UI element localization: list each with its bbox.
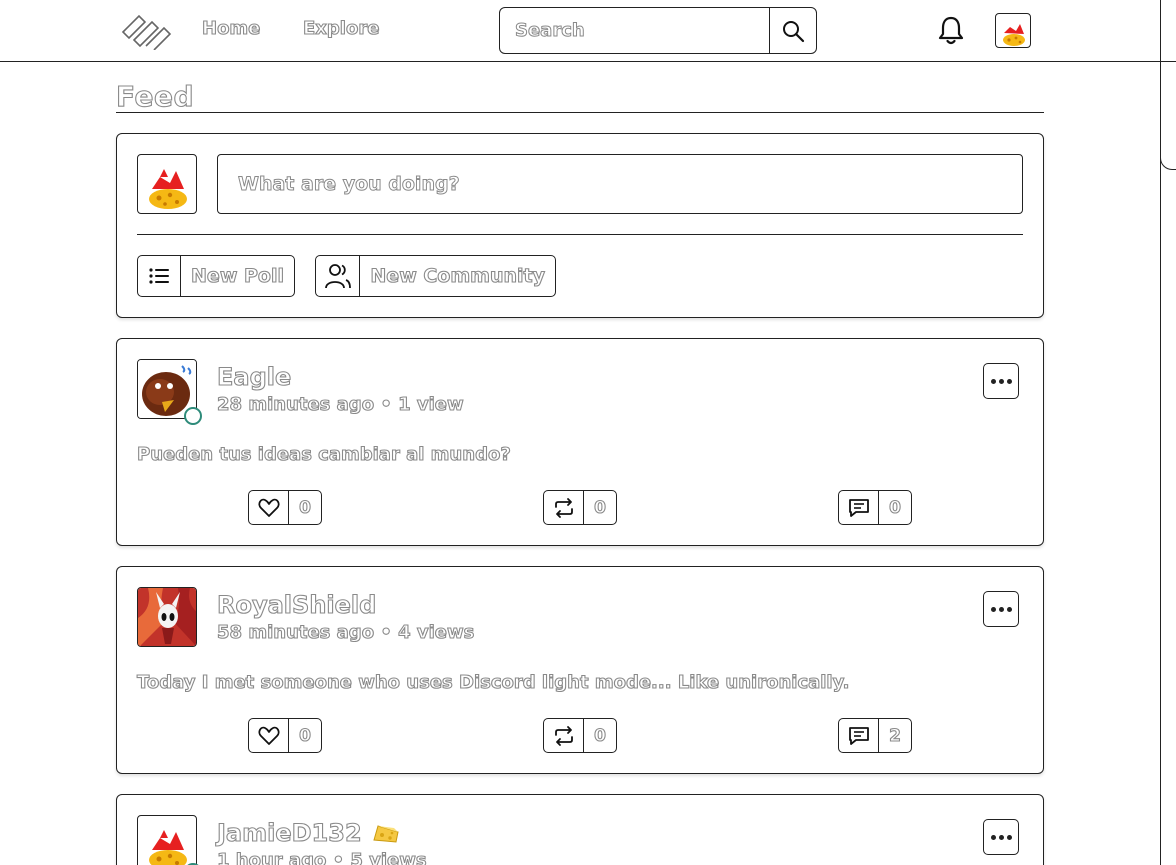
- more-icon: [989, 378, 1013, 384]
- repost-count: 0: [594, 497, 607, 518]
- like-button[interactable]: 0: [248, 490, 322, 525]
- user-avatar[interactable]: [995, 13, 1031, 48]
- repost-button[interactable]: 0: [543, 490, 617, 525]
- post-meta: 58 minutes ago • 4 views: [216, 621, 475, 643]
- comment-icon: [848, 726, 869, 745]
- post-author-avatar[interactable]: [137, 815, 197, 865]
- new-community-label: New Community: [370, 264, 546, 287]
- heart-icon: [257, 726, 280, 745]
- nav-home-link[interactable]: Home: [201, 17, 261, 39]
- notification-bell-icon[interactable]: [935, 14, 967, 46]
- composer-avatar: [137, 154, 197, 214]
- scrollbar-thumb[interactable]: [1160, 0, 1176, 170]
- post-card: JamieD132 1 hour ago • 5 views: [116, 794, 1044, 865]
- comment-count: 0: [889, 497, 902, 518]
- new-poll-button[interactable]: New Poll: [137, 255, 295, 297]
- post-text: Today I met someone who uses Discord lig…: [136, 671, 850, 693]
- repost-count: 0: [594, 725, 607, 746]
- search-button[interactable]: [769, 8, 816, 53]
- post-author-name[interactable]: JamieD132: [216, 818, 400, 848]
- post-author-avatar[interactable]: [137, 587, 197, 647]
- more-icon: [989, 606, 1013, 612]
- comment-icon: [848, 498, 869, 517]
- search-bar: [499, 7, 817, 54]
- post-composer: New Poll New Community: [116, 133, 1044, 318]
- logo-icon[interactable]: [120, 12, 174, 50]
- post-text: Pueden tus ideas cambiar al mundo?: [136, 443, 511, 465]
- repost-button[interactable]: 0: [543, 718, 617, 753]
- more-icon: [989, 834, 1013, 840]
- comment-button[interactable]: 2: [838, 718, 912, 753]
- list-icon: [149, 268, 170, 284]
- online-status-indicator: [184, 407, 202, 425]
- divider: [116, 112, 1044, 113]
- post-options-button[interactable]: [983, 591, 1019, 627]
- post-meta: 1 hour ago • 5 views: [216, 849, 427, 865]
- users-icon: [324, 264, 351, 289]
- post-options-button[interactable]: [983, 819, 1019, 855]
- like-count: 0: [299, 497, 312, 518]
- top-bar: Home Explore: [0, 0, 1176, 62]
- post-card: RoyalShield 58 minutes ago • 4 views Tod…: [116, 566, 1044, 774]
- post-author-name[interactable]: Eagle: [216, 362, 291, 391]
- comment-button[interactable]: 0: [838, 490, 912, 525]
- comment-count: 2: [889, 725, 902, 746]
- post-options-button[interactable]: [983, 363, 1019, 399]
- repost-icon: [554, 497, 573, 518]
- divider: [137, 234, 1023, 235]
- like-count: 0: [299, 725, 312, 746]
- repost-icon: [554, 725, 573, 746]
- post-author-name[interactable]: RoyalShield: [216, 590, 376, 619]
- search-icon: [783, 20, 805, 42]
- new-community-button[interactable]: New Community: [315, 255, 556, 297]
- search-input[interactable]: [500, 8, 769, 53]
- new-poll-label: New Poll: [190, 264, 284, 287]
- post-meta: 28 minutes ago • 1 view: [216, 393, 464, 415]
- page-title: Feed: [115, 79, 195, 113]
- heart-icon: [257, 498, 280, 517]
- like-button[interactable]: 0: [248, 718, 322, 753]
- compose-input[interactable]: [217, 154, 1023, 214]
- cheese-icon: [373, 825, 399, 843]
- post-card: Eagle 28 minutes ago • 1 view Pueden tus…: [116, 338, 1044, 546]
- nav-explore-link[interactable]: Explore: [302, 17, 380, 39]
